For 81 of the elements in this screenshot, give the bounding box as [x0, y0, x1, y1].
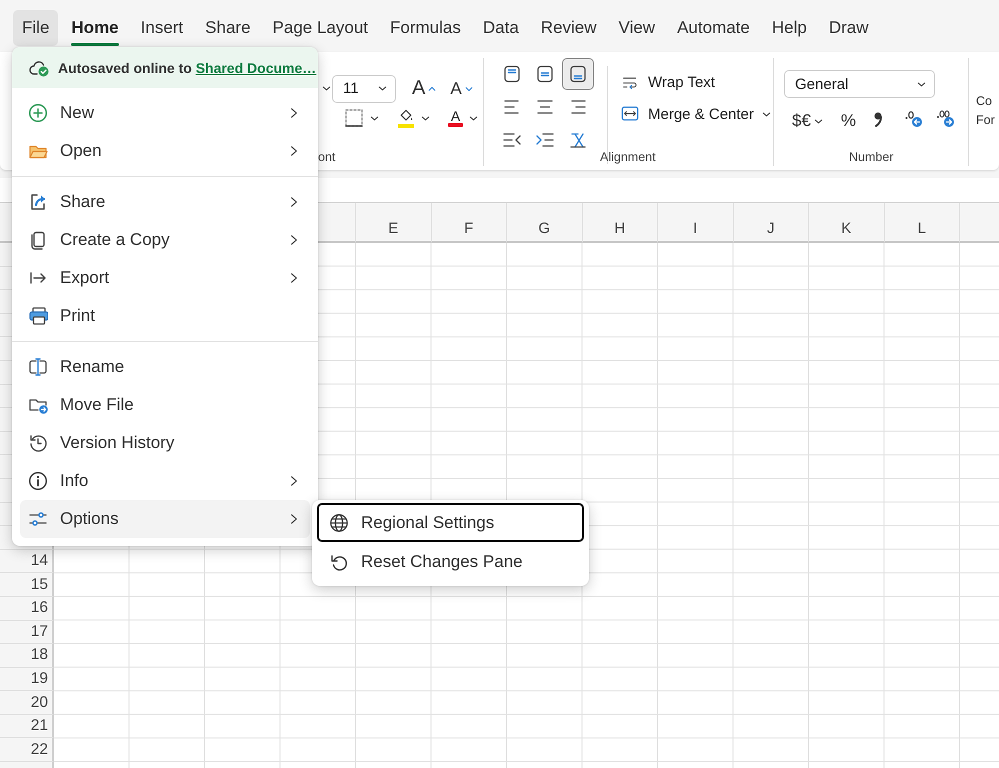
ribbon-tab[interactable]: Page Layout [264, 10, 378, 46]
row-header[interactable]: 17 [0, 620, 54, 644]
row-header[interactable]: 18 [0, 644, 54, 668]
ribbon-tab[interactable]: Review [532, 10, 606, 46]
borders-icon [344, 108, 364, 128]
submenu-item[interactable]: Reset Changes Pane [317, 542, 584, 581]
group-label: Alignment [600, 150, 656, 164]
menu-item[interactable]: Share [20, 183, 310, 221]
menu-item[interactable]: Open [20, 132, 310, 170]
column-header[interactable]: J [734, 203, 809, 243]
percent-button[interactable]: % [836, 108, 860, 134]
ribbon-tab[interactable]: Formulas [381, 10, 470, 46]
plus-circle-icon [28, 103, 48, 123]
ribbon-tab[interactable]: Data [474, 10, 528, 46]
font-size-dropdown[interactable]: 11 [332, 74, 396, 102]
menu-item[interactable]: Move File [20, 386, 310, 424]
ribbon-tab[interactable]: Draw [820, 10, 878, 46]
ribbon-tab[interactable]: Share [196, 10, 260, 46]
shrink-font-button[interactable]: A [446, 76, 477, 102]
row-header[interactable]: 21 [0, 714, 54, 738]
group-label: Number [849, 150, 894, 164]
caret-icon [917, 80, 926, 88]
caret-icon [762, 110, 771, 118]
group-label: ont [318, 150, 336, 164]
caret-icon [370, 114, 379, 122]
printer-icon [28, 306, 48, 326]
font-color-button[interactable]: A [448, 109, 463, 127]
ribbon-tab[interactable]: File [13, 10, 58, 46]
caret-up-icon [428, 84, 436, 92]
row-header[interactable]: 15 [0, 573, 54, 597]
caret-icon [421, 114, 430, 122]
row-header[interactable]: 16 [0, 596, 54, 620]
column-header[interactable]: K [809, 203, 884, 243]
submenu-item[interactable]: Regional Settings [317, 503, 584, 542]
menu-item[interactable]: Create a Copy [20, 221, 310, 259]
menu-item[interactable]: Version History [20, 424, 310, 462]
caret-icon [378, 84, 387, 93]
grow-font-button[interactable]: A [408, 74, 440, 103]
column-header[interactable]: L [884, 203, 960, 243]
wrap-text-button[interactable]: Wrap Text [616, 72, 719, 93]
column-header[interactable]: H [582, 203, 658, 243]
row-header[interactable]: 19 [0, 668, 54, 692]
menu-item[interactable]: Export [20, 259, 310, 297]
info-icon [28, 471, 48, 491]
location-link[interactable]: Shared Docume… [196, 60, 316, 76]
caret-icon [814, 116, 823, 126]
button-label: For [976, 112, 995, 129]
ribbon-tab[interactable]: Automate [668, 10, 759, 46]
comma-icon [872, 110, 884, 128]
menu-item[interactable]: Print [20, 297, 310, 335]
menu-item[interactable]: Options [20, 500, 310, 538]
number-format-dropdown[interactable]: General [784, 70, 935, 98]
rename-icon [28, 357, 48, 377]
column-header[interactable]: I [658, 203, 734, 243]
autosave-text: Autosaved online to Shared Docume… [58, 60, 316, 76]
caret-icon [469, 114, 478, 122]
globe-icon [329, 512, 349, 532]
caret-icon [322, 84, 331, 93]
menu-item[interactable]: New [20, 94, 310, 132]
merge-icon [620, 105, 640, 123]
ribbon-tab[interactable]: Insert [132, 10, 192, 46]
row-header[interactable]: 14 [0, 550, 54, 574]
column-header[interactable]: G [507, 203, 582, 243]
increase-decimal-icon [936, 108, 956, 128]
row-header[interactable]: 22 [0, 738, 54, 762]
merge-center-button[interactable]: Merge & Center [616, 103, 775, 125]
ribbon-tab[interactable]: Home [62, 10, 128, 46]
currency-button[interactable]: $€ [788, 108, 827, 134]
column-header[interactable]: F [432, 203, 507, 243]
menu-item[interactable]: Rename [20, 348, 310, 386]
caret-down-icon [464, 84, 473, 92]
align-bottom-icon[interactable] [562, 58, 594, 90]
fill-color-icon[interactable] [397, 108, 415, 128]
decrease-decimal-icon [904, 108, 924, 128]
column-header[interactable]: E [356, 203, 432, 243]
ribbon-tab[interactable]: View [610, 10, 664, 46]
ribbon-tab[interactable]: Help [762, 10, 816, 46]
button-label: Co [976, 93, 993, 110]
row-header[interactable]: 20 [0, 691, 54, 715]
menu-item[interactable]: Info [20, 462, 310, 500]
history-icon [28, 433, 48, 453]
